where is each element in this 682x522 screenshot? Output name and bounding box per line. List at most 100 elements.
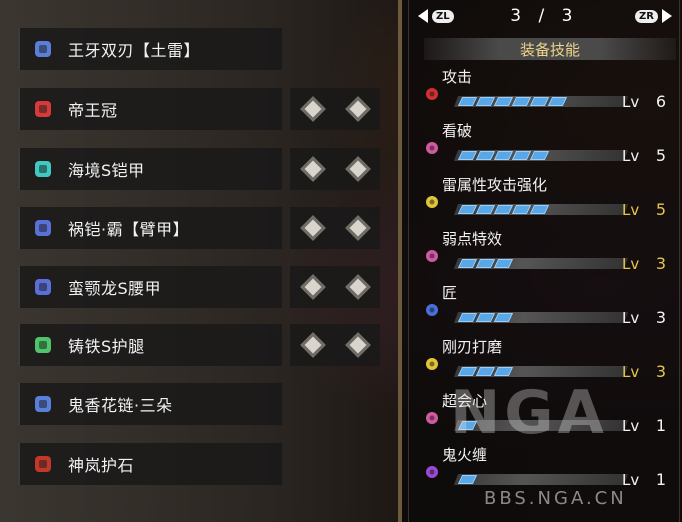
skill-level: Lv 3: [622, 254, 666, 273]
empty-slot-icon[interactable]: [299, 274, 326, 300]
level-prefix: Lv: [621, 309, 640, 327]
level-pip: [493, 151, 514, 160]
equipment-row[interactable]: 鬼香花链·三朵: [18, 383, 282, 425]
level-pip: [475, 97, 496, 106]
level-pip: [493, 205, 514, 214]
empty-slot-icon[interactable]: [344, 332, 371, 358]
triangle-right-icon[interactable]: [662, 9, 672, 23]
equipment-list: 王牙双刃【土雷】帝王冠海境S铠甲祸铠·霸【臂甲】蛮颚龙S腰甲铸铁S护腿鬼香花链·…: [0, 0, 400, 522]
equipment-name: 祸铠·霸【臂甲】: [68, 220, 190, 239]
skill-jewel-icon: [426, 412, 438, 424]
level-pip: [511, 151, 532, 160]
equipment-row[interactable]: 王牙双刃【土雷】: [18, 28, 282, 70]
level-pip: [457, 259, 478, 268]
skill-entry: 匠 Lv 3: [422, 282, 672, 336]
skill-name: 弱点特效: [442, 230, 503, 248]
waist-armor-icon: [30, 274, 56, 300]
empty-slot-icon[interactable]: [344, 96, 371, 122]
decoration-slots[interactable]: [290, 148, 380, 190]
level-prefix: Lv: [621, 363, 640, 381]
empty-slot-icon[interactable]: [299, 215, 326, 241]
skill-jewel-icon: [426, 250, 438, 262]
level-pip: [529, 97, 550, 106]
watermark-url: BBS.NGA.CN: [484, 488, 627, 509]
level-value: 5: [655, 146, 666, 165]
skill-level-bar: [457, 97, 568, 106]
level-pip: [457, 475, 478, 484]
leg-armor-icon: [30, 332, 56, 358]
skill-name: 刚刃打磨: [442, 338, 503, 356]
level-prefix: Lv: [621, 93, 640, 111]
skill-level: Lv 5: [622, 146, 666, 165]
empty-slot-icon[interactable]: [299, 156, 326, 182]
decoration-slots[interactable]: [290, 266, 380, 308]
level-pip: [493, 259, 514, 268]
dual-blades-icon: [30, 36, 56, 62]
section-title: 装备技能: [424, 38, 676, 60]
skill-level: Lv 1: [622, 416, 666, 435]
skill-jewel-icon: [426, 304, 438, 316]
skill-level: Lv 1: [622, 470, 666, 489]
skill-name: 看破: [442, 122, 473, 140]
skill-level: Lv 3: [622, 308, 666, 327]
decoration-slots[interactable]: [290, 324, 380, 366]
level-pip: [493, 367, 514, 376]
zl-button[interactable]: ZL: [432, 9, 454, 23]
empty-slot-icon[interactable]: [299, 96, 326, 122]
equipment-name: 王牙双刃【土雷】: [68, 41, 201, 60]
level-pip: [529, 205, 550, 214]
level-value: 3: [655, 308, 666, 327]
talisman-icon: [30, 451, 56, 477]
level-pip: [511, 205, 532, 214]
level-pip: [457, 151, 478, 160]
prev-page[interactable]: ZL: [418, 9, 454, 23]
charm-icon: [30, 391, 56, 417]
chest-armor-icon: [30, 156, 56, 182]
level-prefix: Lv: [621, 417, 640, 435]
next-page[interactable]: ZR: [635, 9, 672, 23]
skill-entry: 看破 Lv 5: [422, 120, 672, 174]
pager: ZL 3 / 3 ZR: [418, 6, 672, 26]
empty-slot-icon[interactable]: [299, 332, 326, 358]
triangle-left-icon[interactable]: [418, 9, 428, 23]
skill-level-bar: [457, 205, 550, 214]
skill-jewel-icon: [426, 88, 438, 100]
level-value: 5: [655, 200, 666, 219]
arm-armor-icon: [30, 215, 56, 241]
level-pip: [457, 97, 478, 106]
level-pip: [457, 367, 478, 376]
skill-level: Lv 6: [622, 92, 666, 111]
level-value: 3: [655, 362, 666, 381]
level-value: 3: [655, 254, 666, 273]
empty-slot-icon[interactable]: [344, 156, 371, 182]
skill-level: Lv 3: [622, 362, 666, 381]
equipment-row[interactable]: 祸铠·霸【臂甲】: [18, 207, 282, 249]
equipment-row[interactable]: 神岚护石: [18, 443, 282, 485]
level-prefix: Lv: [621, 147, 640, 165]
page-indicator: 3 / 3: [510, 6, 579, 26]
level-pip: [511, 97, 532, 106]
equipment-row[interactable]: 帝王冠: [18, 88, 282, 130]
equipment-row[interactable]: 蛮颚龙S腰甲: [18, 266, 282, 308]
empty-slot-icon[interactable]: [344, 215, 371, 241]
equipment-name: 鬼香花链·三朵: [68, 396, 173, 415]
equipment-row[interactable]: 海境S铠甲: [18, 148, 282, 190]
level-value: 1: [655, 470, 666, 489]
skill-name: 雷属性攻击强化: [442, 176, 548, 194]
equipment-row[interactable]: 铸铁S护腿: [18, 324, 282, 366]
level-pip: [457, 313, 478, 322]
skill-entry: 攻击 Lv 6: [422, 66, 672, 120]
decoration-slots[interactable]: [290, 88, 380, 130]
level-pip: [475, 367, 496, 376]
skill-name: 攻击: [442, 68, 473, 86]
skill-level: Lv 5: [622, 200, 666, 219]
empty-slot-icon[interactable]: [344, 274, 371, 300]
level-pip: [547, 97, 568, 106]
equipment-name: 海境S铠甲: [68, 161, 145, 180]
level-pip: [475, 313, 496, 322]
level-value: 6: [655, 92, 666, 111]
zr-button[interactable]: ZR: [635, 9, 658, 23]
decoration-slots[interactable]: [290, 207, 380, 249]
skill-level-bar: [457, 475, 478, 484]
equipment-name: 铸铁S护腿: [68, 337, 145, 356]
